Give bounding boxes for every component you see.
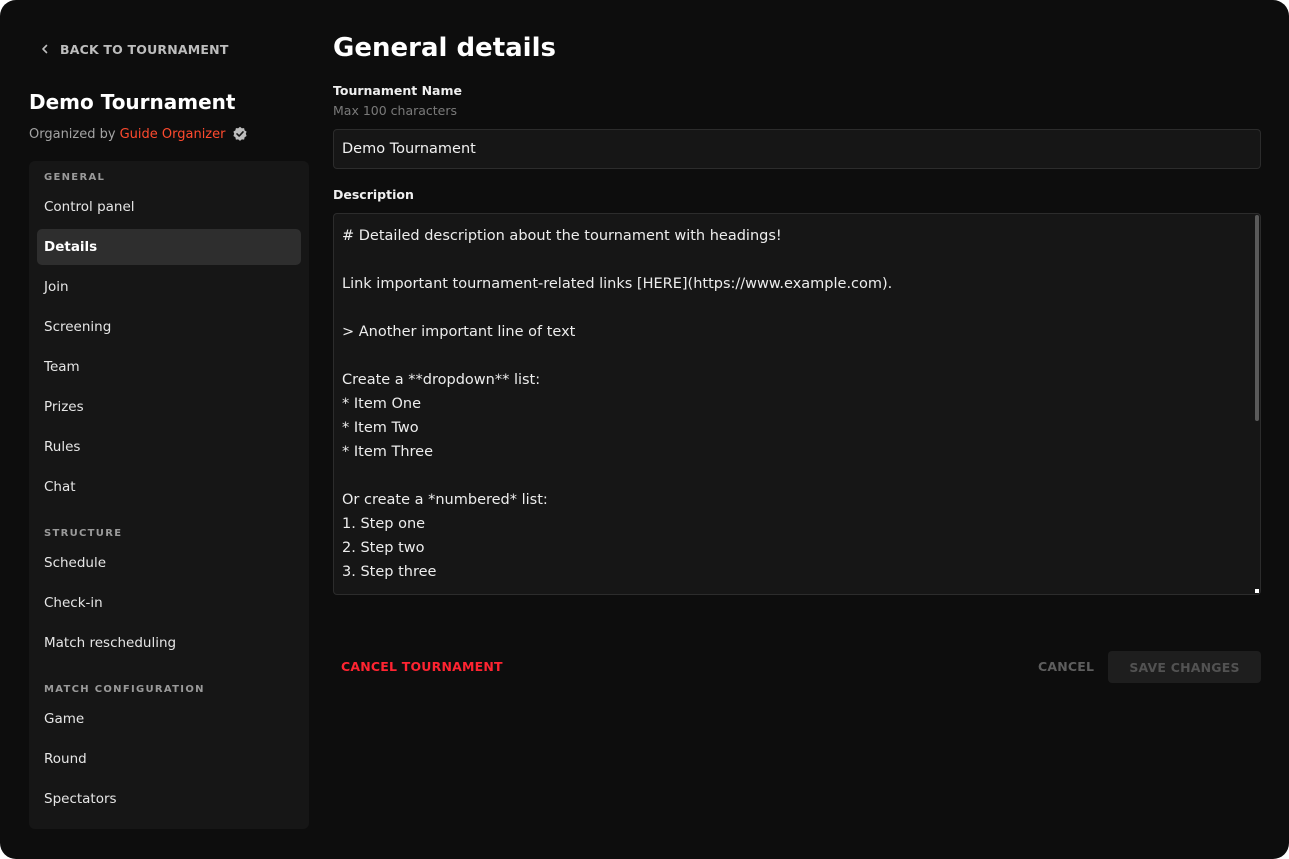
sidebar-item-schedule[interactable]: Schedule [37, 545, 301, 581]
sidebar-item-rules[interactable]: Rules [37, 429, 301, 465]
back-link-label: BACK TO TOURNAMENT [60, 41, 229, 57]
organized-by-label: Organized by [29, 126, 116, 142]
tournament-name-hint: Max 100 characters [333, 103, 458, 118]
sidebar-item-join[interactable]: Join [37, 269, 301, 305]
organizer-name-link[interactable]: Guide Organizer [120, 127, 226, 142]
chevron-left-icon [42, 44, 48, 54]
sidebar-item-spectators[interactable]: Spectators [37, 781, 301, 817]
cancel-button[interactable]: CANCEL [1038, 659, 1094, 674]
app-window: BACK TO TOURNAMENT Demo Tournament Organ… [0, 0, 1289, 859]
sidebar-item-team[interactable]: Team [37, 349, 301, 385]
resize-handle[interactable] [1255, 589, 1259, 593]
sidebar-item-details[interactable]: Details [37, 229, 301, 265]
description-label: Description [333, 187, 414, 202]
back-to-tournament-link[interactable]: BACK TO TOURNAMENT [40, 40, 229, 58]
sidebar-item-chat[interactable]: Chat [37, 469, 301, 505]
description-text: # Detailed description about the tournam… [342, 228, 893, 580]
tournament-name-label: Tournament Name [333, 83, 462, 98]
verified-badge-icon [233, 126, 248, 141]
description-scrollbar[interactable] [1255, 215, 1259, 421]
save-changes-button[interactable]: SAVE CHANGES [1108, 651, 1261, 683]
tournament-title: Demo Tournament [29, 90, 236, 114]
tournament-name-input[interactable] [333, 129, 1261, 169]
description-textarea[interactable]: # Detailed description about the tournam… [333, 213, 1261, 595]
sidebar-item-game[interactable]: Game [37, 701, 301, 737]
nav-section-structure: STRUCTURE [44, 528, 123, 539]
page-title: General details [333, 33, 556, 63]
nav-section-general: GENERAL [44, 172, 106, 183]
sidebar-item-prizes[interactable]: Prizes [37, 389, 301, 425]
cancel-tournament-button[interactable]: CANCEL TOURNAMENT [341, 659, 503, 674]
sidebar-nav: GENERAL Control panel Details Join Scree… [29, 161, 309, 829]
sidebar-item-round[interactable]: Round [37, 741, 301, 777]
sidebar-item-control-panel[interactable]: Control panel [37, 189, 301, 225]
sidebar-item-screening[interactable]: Screening [37, 309, 301, 345]
nav-section-match-configuration: MATCH CONFIGURATION [44, 684, 205, 695]
organizer-line: Organized by Guide Organizer [29, 126, 248, 142]
sidebar-item-match-rescheduling[interactable]: Match rescheduling [37, 625, 301, 661]
sidebar-item-check-in[interactable]: Check-in [37, 585, 301, 621]
